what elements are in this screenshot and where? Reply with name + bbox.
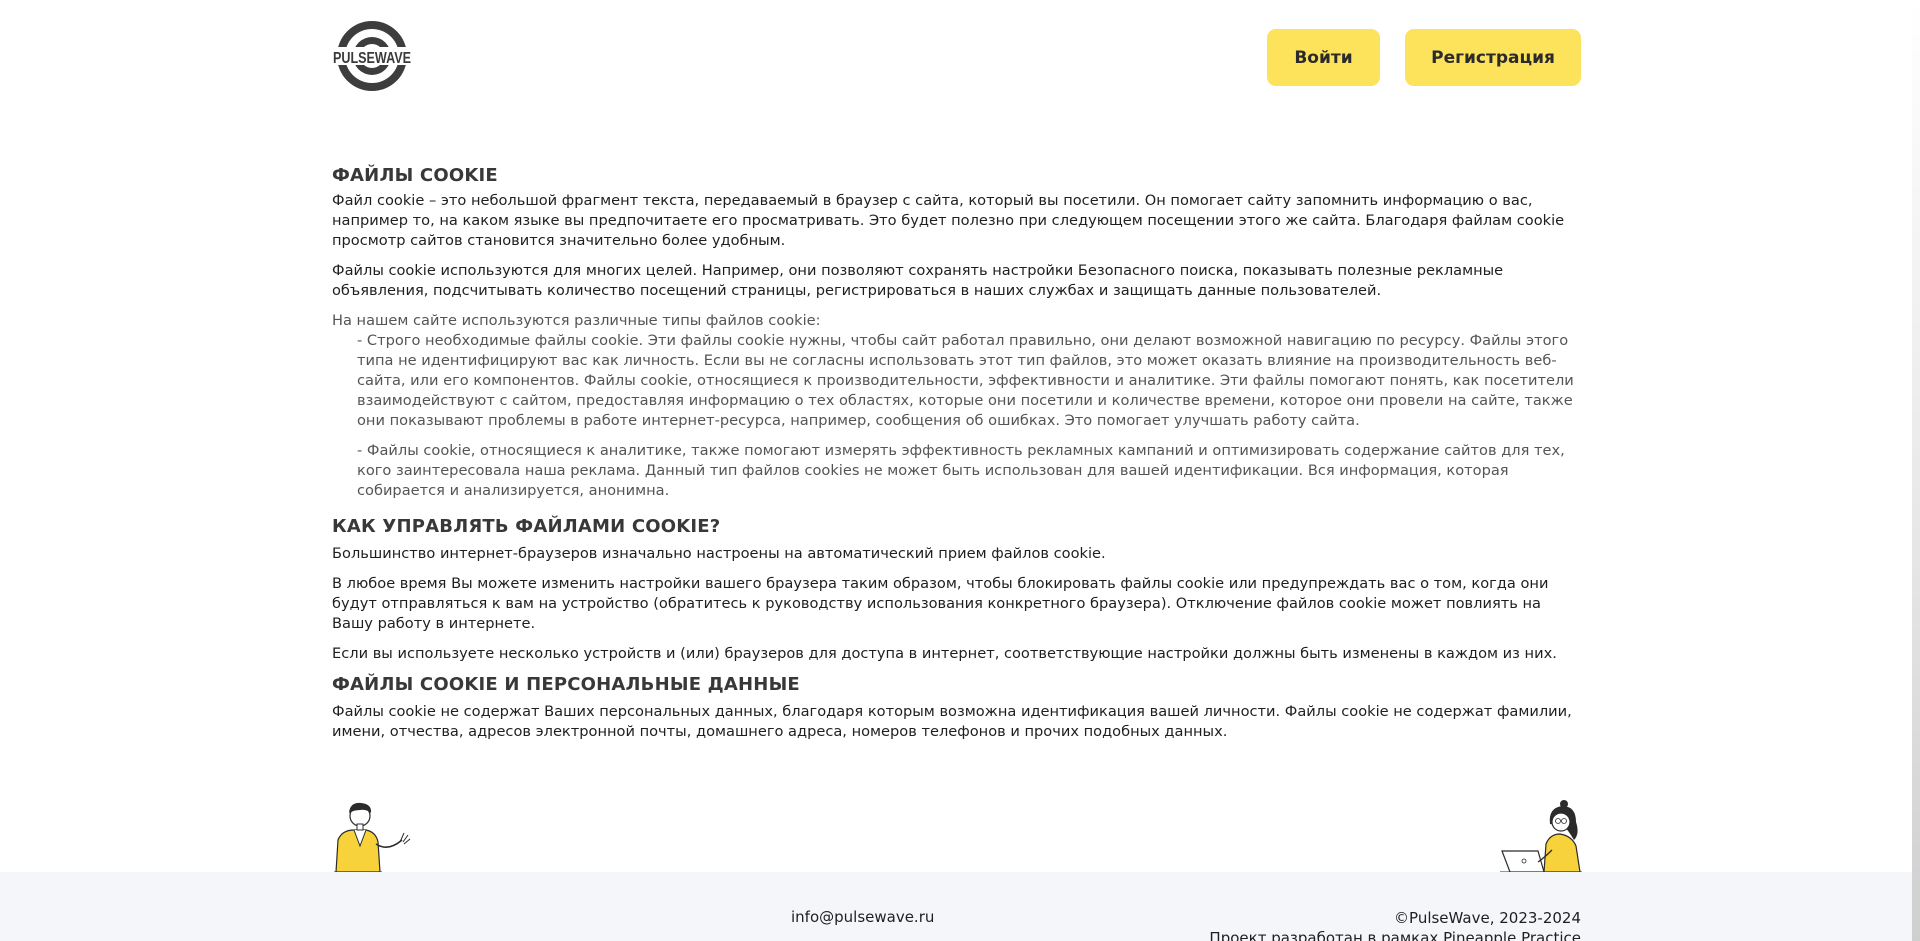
footer: info@pulsewave.ru ©PulseWave, 2023-2024 … <box>0 872 1920 941</box>
login-button[interactable]: Войти <box>1267 29 1380 86</box>
man-waving-illustration <box>332 800 414 873</box>
section-title-cookies: ФАЙЛЫ COOKIE <box>332 165 498 186</box>
main-content: ФАЙЛЫ COOKIE Файл cookie – это небольшой… <box>332 161 1582 742</box>
paragraph: В любое время Вы можете изменить настрой… <box>332 575 1549 632</box>
paragraph: Файлы cookie используются для многих цел… <box>332 262 1504 299</box>
scrollbar-thumb[interactable] <box>1912 0 1920 941</box>
paragraph: Файлы cookie не содержат Ваших персональ… <box>332 703 1572 740</box>
project-note: Проект разработан в рамках Pineapple Pra… <box>1209 929 1581 941</box>
pulsewave-logo[interactable]: PULSEWAVE <box>332 20 412 92</box>
woman-with-laptop-illustration <box>1500 800 1582 873</box>
footer-copyright: ©PulseWave, 2023-2024 Проект разработан … <box>1209 908 1581 941</box>
section-title-personal-data: ФАЙЛЫ COOKIE И ПЕРСОНАЛЬНЫЕ ДАННЫЕ <box>332 674 800 695</box>
header: PULSEWAVE Войти Регистрация <box>332 20 1581 92</box>
copyright-text: ©PulseWave, 2023-2024 <box>1394 909 1581 927</box>
footer-email-link[interactable]: info@pulsewave.ru <box>791 908 934 926</box>
paragraph: Большинство интернет-браузеров изначальн… <box>332 545 1106 562</box>
register-button[interactable]: Регистрация <box>1405 29 1581 86</box>
logo-text: PULSEWAVE <box>333 50 411 67</box>
list-item: - Файлы cookie, относящиеся к аналитике,… <box>357 442 1565 499</box>
paragraph: Файл cookie – это небольшой фрагмент тек… <box>332 192 1565 249</box>
cookie-types-intro: На нашем сайте используются различные ти… <box>332 312 821 329</box>
scrollbar-track[interactable] <box>1912 0 1920 941</box>
list-item: - Строго необходимые файлы cookie. Эти ф… <box>357 332 1574 429</box>
paragraph: Если вы используете несколько устройств … <box>332 645 1557 662</box>
section-title-manage-cookies: КАК УПРАВЛЯТЬ ФАЙЛАМИ COOKIE? <box>332 516 721 537</box>
